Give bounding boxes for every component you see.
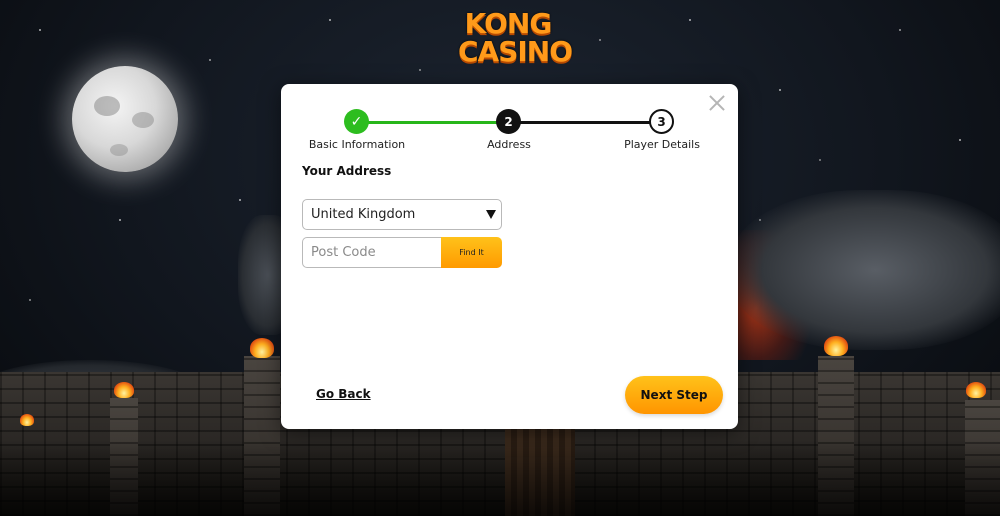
torch-flame-icon — [20, 414, 34, 426]
cloud-right — [730, 190, 1000, 350]
logo-line-2: CASINO — [458, 35, 573, 68]
dropdown-caret-icon — [486, 210, 496, 219]
logo-line-1: KONG — [464, 7, 553, 40]
step-1-checkmark-icon: ✓ — [344, 109, 369, 134]
postcode-row: Find It — [302, 237, 502, 268]
country-selected-value: United Kingdom — [311, 207, 416, 222]
moon-image — [72, 66, 178, 172]
step-connector-pending — [509, 121, 661, 124]
step-2-indicator: 2 — [496, 109, 521, 134]
step-3-indicator: 3 — [649, 109, 674, 134]
step-3-label: Player Details — [624, 138, 700, 151]
kong-casino-logo: KONG CASINO — [458, 7, 573, 68]
step-connector-complete — [357, 121, 509, 124]
progress-stepper: ✓ 2 3 Basic Information Address Player D… — [281, 109, 738, 154]
step-2-label: Address — [487, 138, 531, 151]
registration-modal: ✓ 2 3 Basic Information Address Player D… — [281, 84, 738, 429]
next-step-button[interactable]: Next Step — [625, 376, 723, 414]
postcode-input[interactable] — [302, 237, 442, 268]
country-select[interactable]: United Kingdom — [302, 199, 502, 230]
section-title: Your Address — [302, 164, 392, 178]
step-1-label: Basic Information — [308, 138, 406, 151]
bottom-shade — [0, 440, 1000, 516]
torch-flame-icon — [250, 338, 274, 358]
torch-flame-icon — [114, 382, 134, 398]
go-back-link[interactable]: Go Back — [316, 387, 371, 401]
find-it-button[interactable]: Find It — [441, 237, 502, 268]
torch-flame-icon — [966, 382, 986, 398]
torch-flame-icon — [824, 336, 848, 356]
